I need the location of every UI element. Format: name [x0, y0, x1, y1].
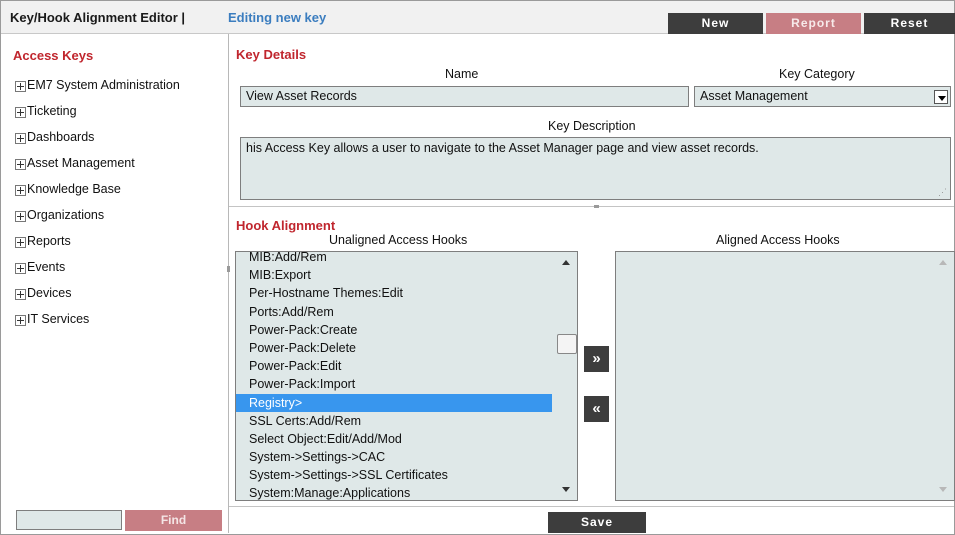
- align-hook-button[interactable]: »: [584, 346, 609, 372]
- key-category-value: Asset Management: [700, 89, 808, 103]
- list-item[interactable]: Power-Pack:Delete: [236, 339, 552, 357]
- key-category-label: Key Category: [779, 67, 855, 81]
- list-item[interactable]: Ports:Add/Rem: [236, 303, 552, 321]
- list-item[interactable]: Select Object:Edit/Add/Mod: [236, 430, 552, 448]
- list-item[interactable]: SSL Certs:Add/Rem: [236, 412, 552, 430]
- tree-item[interactable]: Dashboards: [15, 130, 180, 156]
- tree-item[interactable]: Knowledge Base: [15, 182, 180, 208]
- list-item[interactable]: Registry>: [236, 393, 552, 412]
- list-item[interactable]: System:Manage:Applications: [236, 484, 552, 500]
- hook-alignment-title: Hook Alignment: [236, 218, 336, 233]
- expand-plus-icon[interactable]: [15, 211, 26, 222]
- list-item[interactable]: Power-Pack:Edit: [236, 357, 552, 375]
- unalign-hook-button[interactable]: «: [584, 396, 609, 422]
- unaligned-scrollbar[interactable]: [557, 252, 577, 500]
- tree-item-label: Events: [27, 260, 66, 274]
- expand-plus-icon[interactable]: [15, 315, 26, 326]
- expand-plus-icon[interactable]: [15, 289, 26, 300]
- tree-item-label: EM7 System Administration: [27, 78, 180, 92]
- access-keys-panel: Access Keys EM7 System Administration Tic…: [1, 34, 229, 533]
- list-item[interactable]: Per-Hostname Themes:Edit: [236, 284, 552, 302]
- aligned-hooks-list[interactable]: [615, 251, 955, 501]
- panel-splitter-handle[interactable]: [227, 266, 230, 272]
- scroll-up-arrow-icon[interactable]: [562, 260, 570, 265]
- tree-item-label: Reports: [27, 234, 71, 248]
- tree-item-label: Asset Management: [27, 156, 135, 170]
- unaligned-hooks-items: MIB:Add/Rem MIB:Export Per-Hostname Themes…: [236, 252, 552, 500]
- tree-item[interactable]: EM7 System Administration: [15, 78, 180, 104]
- expand-plus-icon[interactable]: [15, 133, 26, 144]
- list-item[interactable]: MIB:Add/Rem: [236, 252, 552, 266]
- find-input[interactable]: [16, 510, 122, 530]
- tree-item[interactable]: IT Services: [15, 312, 180, 338]
- tree-item-label: Organizations: [27, 208, 105, 222]
- tree-item[interactable]: Devices: [15, 286, 180, 312]
- key-description-field[interactable]: his Access Key allows a user to navigate…: [240, 137, 951, 200]
- key-description-label: Key Description: [548, 119, 636, 133]
- scroll-down-arrow-icon[interactable]: [562, 487, 570, 492]
- tree-item[interactable]: Ticketing: [15, 104, 180, 130]
- report-button[interactable]: Report: [766, 13, 861, 34]
- scroll-up-arrow-icon[interactable]: [939, 260, 947, 265]
- resize-grip-icon[interactable]: ⋰: [938, 188, 947, 197]
- unaligned-hooks-list[interactable]: MIB:Add/Rem MIB:Export Per-Hostname Themes…: [235, 251, 578, 501]
- list-item[interactable]: Power-Pack:Create: [236, 321, 552, 339]
- list-item[interactable]: System->Settings->CAC: [236, 448, 552, 466]
- expand-plus-icon[interactable]: [15, 81, 26, 92]
- list-item[interactable]: System->Settings->SSL Certificates: [236, 466, 552, 484]
- key-name-field[interactable]: View Asset Records: [240, 86, 689, 107]
- name-label: Name: [445, 67, 479, 81]
- scrollbar-thumb[interactable]: [557, 334, 577, 354]
- list-item[interactable]: Power-Pack:Import: [236, 375, 552, 393]
- expand-plus-icon[interactable]: [15, 107, 26, 118]
- key-category-select[interactable]: Asset Management: [694, 86, 951, 107]
- aligned-hooks-label: Aligned Access Hooks: [716, 233, 840, 247]
- tree-item-label: Knowledge Base: [27, 182, 121, 196]
- tree-item-label: Devices: [27, 286, 72, 300]
- tree-item[interactable]: Events: [15, 260, 180, 286]
- unaligned-hooks-label: Unaligned Access Hooks: [329, 233, 468, 247]
- list-item[interactable]: MIB:Export: [236, 266, 552, 284]
- page-subtitle: Editing new key: [228, 10, 327, 25]
- access-keys-tree: EM7 System Administration Ticketing Dashbo…: [15, 78, 180, 338]
- expand-plus-icon[interactable]: [15, 159, 26, 170]
- section-divider: [229, 206, 954, 207]
- find-button[interactable]: Find: [125, 510, 222, 531]
- access-keys-title: Access Keys: [13, 48, 94, 63]
- tree-item-label: Ticketing: [27, 104, 77, 118]
- page-title: Key/Hook Alignment Editor |: [10, 10, 186, 25]
- tree-item[interactable]: Reports: [15, 234, 180, 260]
- footer-divider: [229, 506, 954, 507]
- chevron-down-icon[interactable]: [934, 90, 948, 104]
- reset-button[interactable]: Reset: [864, 13, 955, 34]
- section-splitter-handle[interactable]: [594, 205, 599, 208]
- new-button[interactable]: New: [668, 13, 763, 34]
- aligned-scrollbar[interactable]: [934, 252, 954, 500]
- expand-plus-icon[interactable]: [15, 237, 26, 248]
- key-details-title: Key Details: [236, 47, 307, 62]
- title-bar: Key/Hook Alignment Editor | Editing new …: [1, 1, 955, 34]
- tree-item-label: Dashboards: [27, 130, 95, 144]
- expand-plus-icon[interactable]: [15, 185, 26, 196]
- save-button[interactable]: Save: [548, 512, 646, 533]
- key-description-text: his Access Key allows a user to navigate…: [246, 141, 759, 155]
- tree-item-label: IT Services: [27, 312, 90, 326]
- tree-item[interactable]: Organizations: [15, 208, 180, 234]
- expand-plus-icon[interactable]: [15, 263, 26, 274]
- tree-item[interactable]: Asset Management: [15, 156, 180, 182]
- scroll-down-arrow-icon[interactable]: [939, 487, 947, 492]
